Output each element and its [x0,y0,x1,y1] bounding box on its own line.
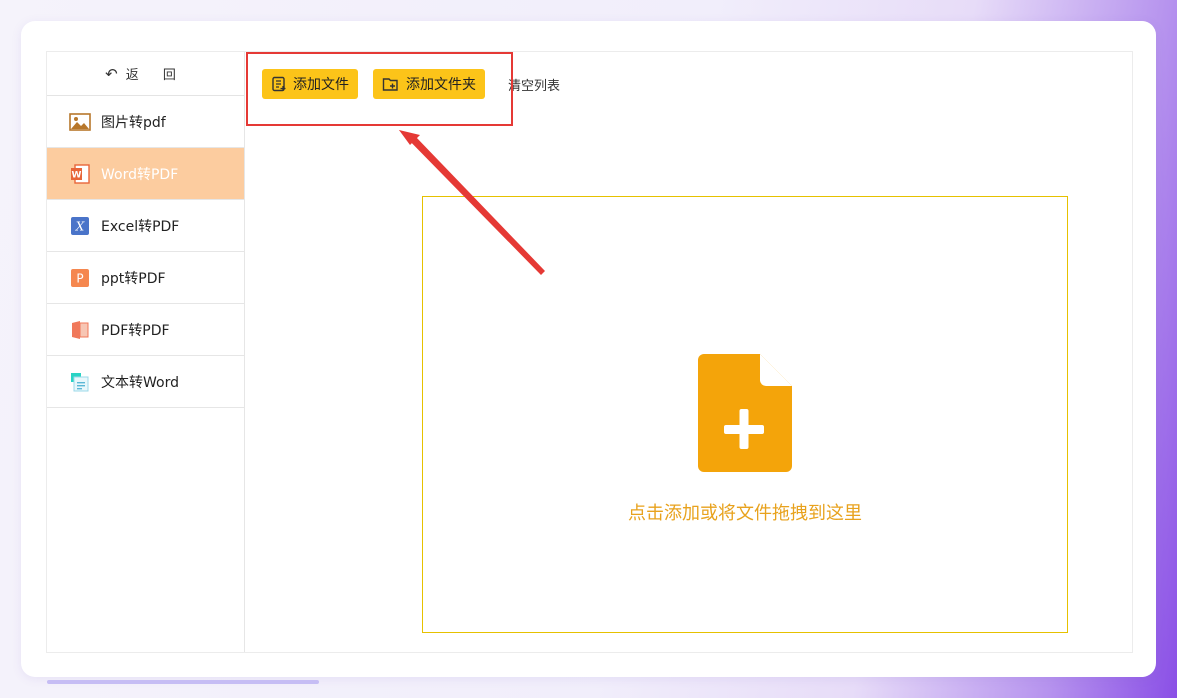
sidebar-item-pdf-to-pdf[interactable]: PDF转PDF [47,304,244,356]
add-folder-label: 添加文件夹 [406,77,476,93]
drop-zone-hint: 点击添加或将文件拖拽到这里 [628,503,862,524]
app-frame: ↶ 返 回 图片转pdf W Word转PDF X Excel转PDF P pp… [46,51,1133,653]
add-file-icon [698,354,792,472]
sidebar-item-label: PDF转PDF [101,322,170,339]
add-file-label: 添加文件 [293,77,349,93]
sidebar-item-label: Word转PDF [101,166,179,183]
scroll-indicator[interactable] [47,680,319,684]
sidebar-item-label: Excel转PDF [101,218,180,235]
image-icon [69,111,91,133]
sidebar: ↶ 返 回 图片转pdf W Word转PDF X Excel转PDF P pp… [47,52,245,652]
ppt-icon: P [69,267,91,289]
add-file-button[interactable]: 添加文件 [262,69,358,99]
sidebar-item-excel-to-pdf[interactable]: X Excel转PDF [47,200,244,252]
svg-text:P: P [76,271,83,285]
add-folder-button[interactable]: 添加文件夹 [373,69,485,99]
back-arrow-icon: ↶ [105,64,118,83]
svg-text:W: W [72,170,82,180]
back-label: 返 回 [125,68,186,83]
add-file-icon [272,76,286,92]
main-panel: 添加文件 添加文件夹 清空列表 点击添加或将文件拖拽到这里 [246,52,1132,652]
add-folder-icon [382,78,398,91]
sidebar-item-text-to-word[interactable]: 文本转Word [47,356,244,408]
sidebar-item-label: 文本转Word [101,374,179,391]
text-icon [69,371,91,393]
sidebar-item-label: 图片转pdf [101,114,166,131]
svg-text:X: X [75,219,85,233]
word-icon: W [69,163,91,185]
back-button[interactable]: ↶ 返 回 [47,52,244,96]
sidebar-item-word-to-pdf[interactable]: W Word转PDF [47,148,244,200]
pdf-icon [69,319,91,341]
sidebar-item-ppt-to-pdf[interactable]: P ppt转PDF [47,252,244,304]
toolbar: 添加文件 添加文件夹 清空列表 [262,69,560,99]
excel-icon: X [69,215,91,237]
sidebar-item-image-to-pdf[interactable]: 图片转pdf [47,96,244,148]
clear-list-button[interactable]: 清空列表 [508,75,560,94]
sidebar-item-label: ppt转PDF [101,270,166,287]
drop-zone[interactable]: 点击添加或将文件拖拽到这里 [422,196,1068,633]
